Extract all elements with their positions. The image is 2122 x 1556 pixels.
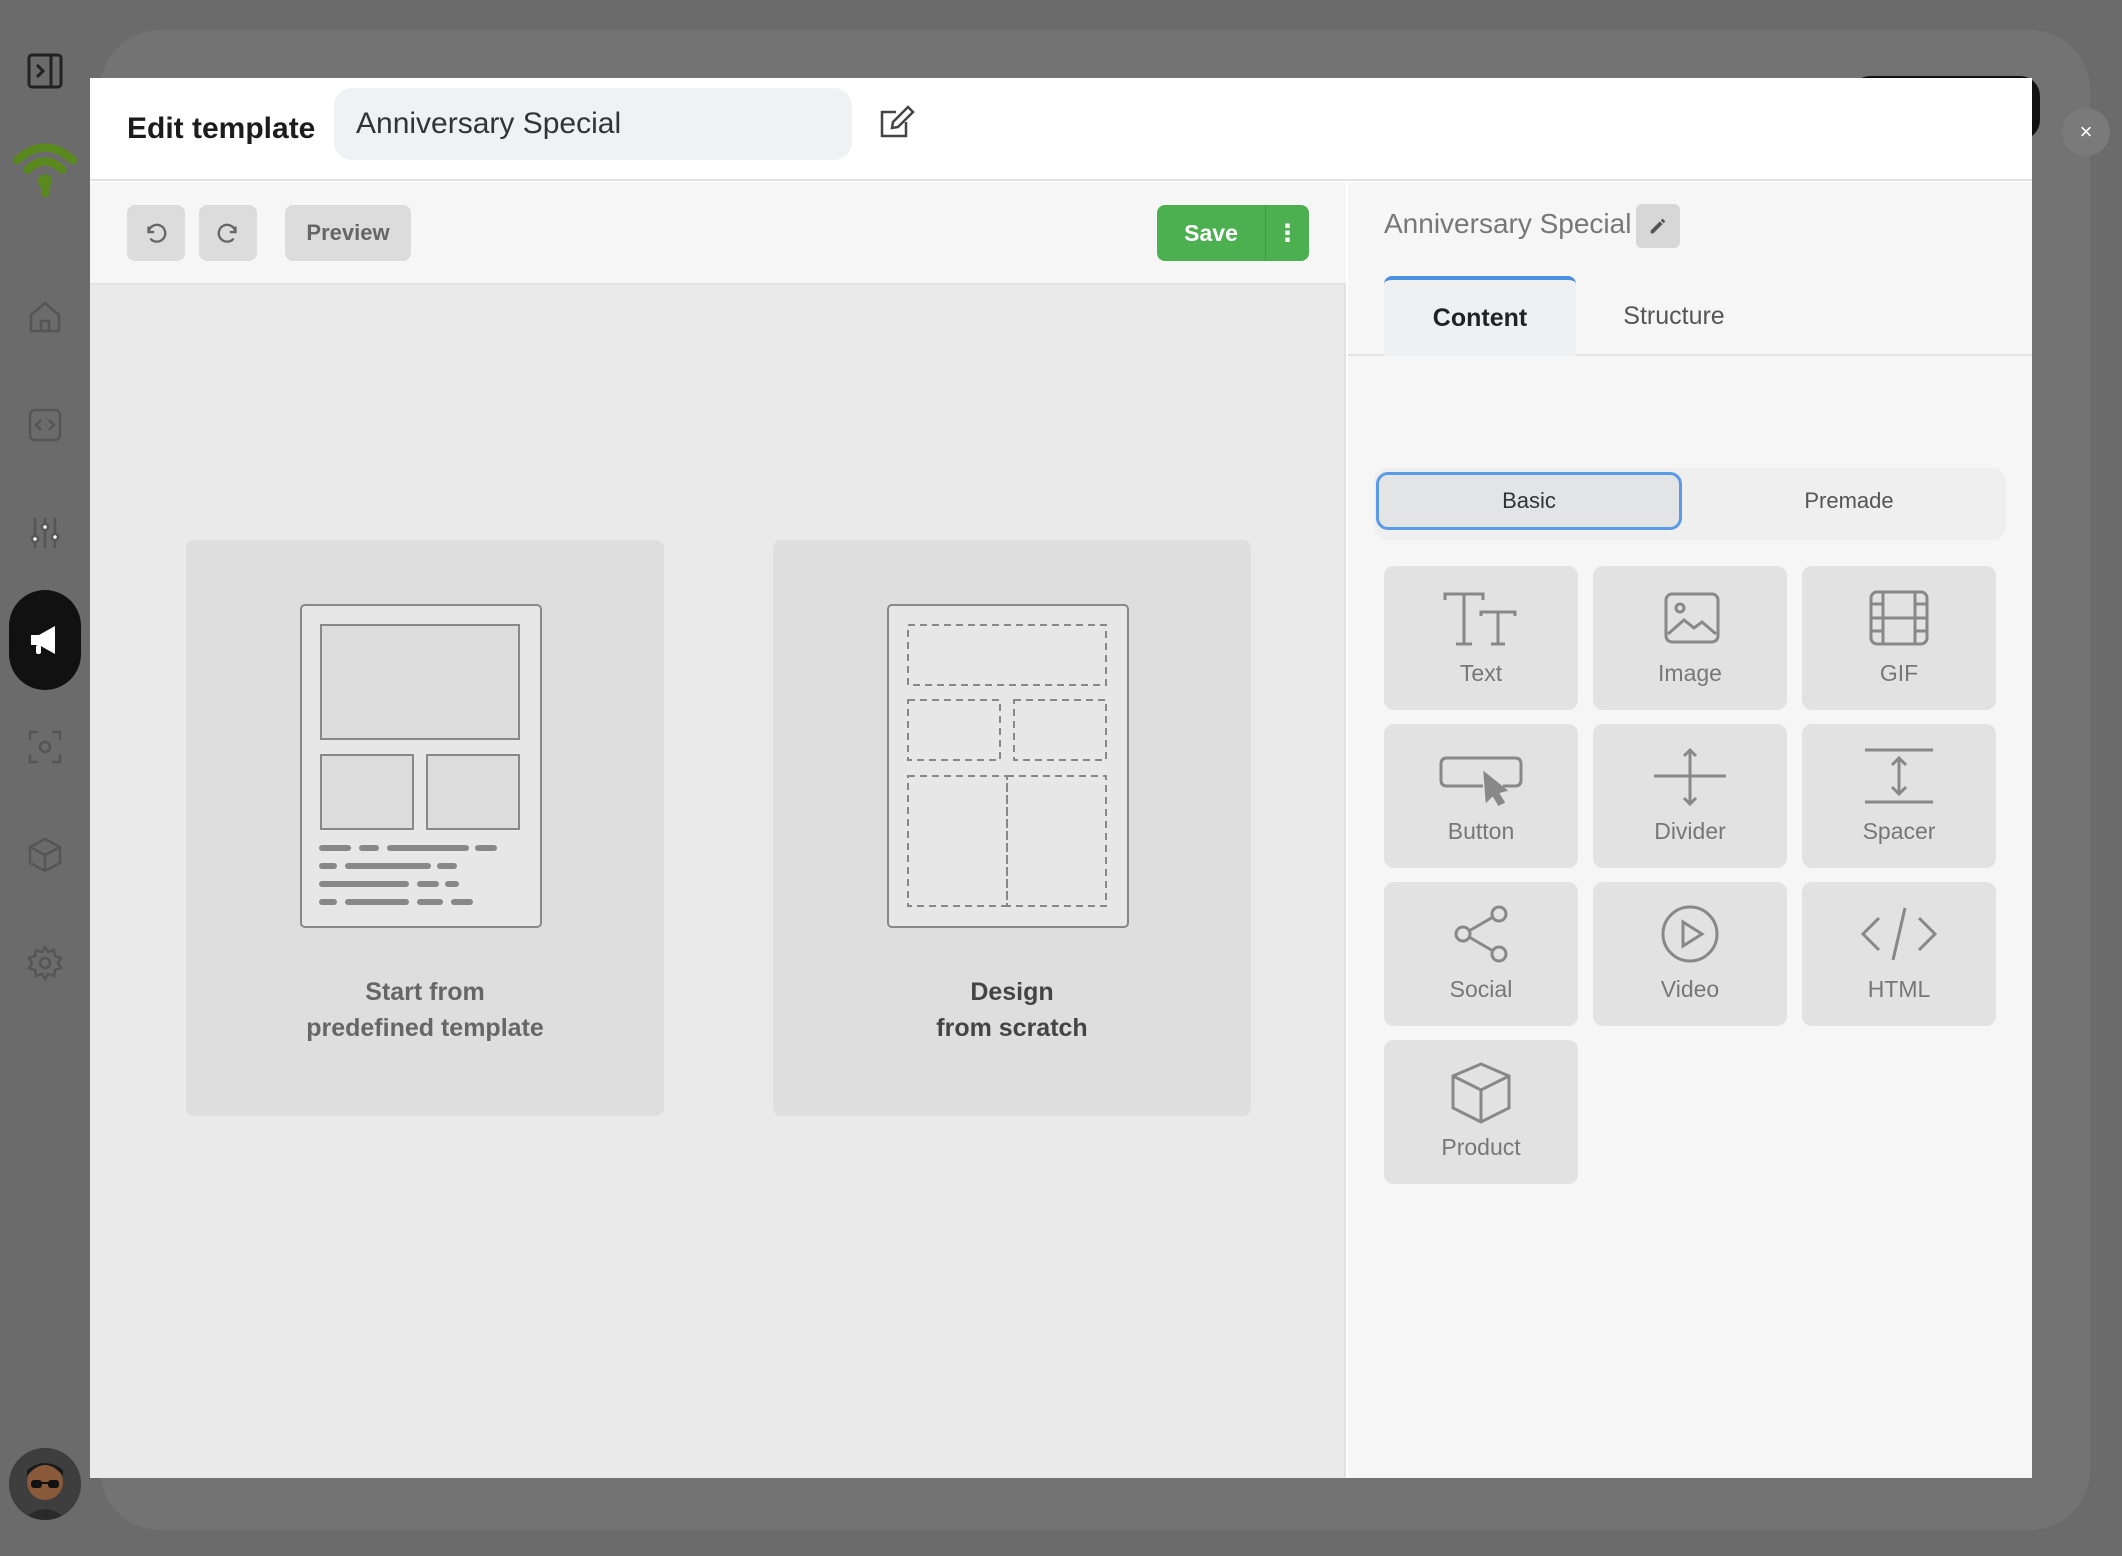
card-label-line: predefined template xyxy=(306,1014,544,1042)
user-avatar[interactable] xyxy=(9,1448,81,1520)
template-name-input[interactable] xyxy=(334,88,852,160)
app-sidebar xyxy=(0,0,90,1556)
sidebar-toggle-icon[interactable] xyxy=(10,36,80,106)
settings-gear-icon[interactable] xyxy=(10,928,80,998)
block-type-segment: Basic Premade xyxy=(1374,468,2006,540)
tab-content[interactable]: Content xyxy=(1384,276,1576,356)
predefined-template-label: Start from predefined template xyxy=(186,974,664,1046)
block-spacer[interactable]: Spacer xyxy=(1802,724,1996,868)
undo-icon[interactable] xyxy=(127,205,185,261)
block-label: Spacer xyxy=(1862,818,1936,844)
card-label-line: Design xyxy=(970,978,1054,1006)
modal-title: Edit template xyxy=(127,112,316,145)
block-label: Image xyxy=(1658,660,1722,686)
edit-pencil-icon[interactable] xyxy=(874,100,918,144)
save-more-icon[interactable]: ⋮ xyxy=(1265,205,1309,261)
tab-structure[interactable]: Structure xyxy=(1588,276,1760,356)
button-icon xyxy=(1439,756,1523,806)
edit-template-modal: Edit template Preview Save ⋮ xyxy=(90,78,2032,1478)
segment-premade[interactable]: Premade xyxy=(1696,472,2002,530)
block-divider[interactable]: Divider xyxy=(1593,724,1787,868)
wifi-logo-icon xyxy=(10,130,80,200)
text-icon xyxy=(1443,592,1517,646)
block-image[interactable]: Image xyxy=(1593,566,1787,710)
block-label: Button xyxy=(1447,818,1515,844)
design-from-scratch-card[interactable]: Design from scratch xyxy=(773,540,1251,1116)
segment-basic[interactable]: Basic xyxy=(1376,472,1682,530)
panel-template-title: Anniversary Special xyxy=(1384,208,1632,239)
panel-edit-pencil-icon[interactable] xyxy=(1636,204,1680,248)
design-from-scratch-label: Design from scratch xyxy=(773,974,1251,1046)
divider-icon xyxy=(1654,747,1726,807)
code-icon[interactable] xyxy=(10,390,80,460)
modal-header: Edit template xyxy=(90,78,2032,181)
card-label-line: from scratch xyxy=(936,1014,1088,1042)
block-button[interactable]: Button xyxy=(1384,724,1578,868)
social-icon xyxy=(1454,905,1508,963)
block-label: Social xyxy=(1449,976,1513,1002)
block-label: Divider xyxy=(1654,818,1726,844)
preview-button[interactable]: Preview xyxy=(285,205,411,261)
block-gif[interactable]: GIF xyxy=(1802,566,1996,710)
campaigns-megaphone-icon[interactable] xyxy=(9,590,81,690)
block-text[interactable]: Text xyxy=(1384,566,1578,710)
block-label: Product xyxy=(1441,1134,1521,1160)
block-label: GIF xyxy=(1879,660,1919,686)
scan-icon[interactable] xyxy=(10,712,80,782)
editor-canvas: Preview Save ⋮ Start from predefined tem… xyxy=(90,182,1346,1478)
block-social[interactable]: Social xyxy=(1384,882,1578,1026)
close-icon[interactable]: × xyxy=(2062,108,2110,156)
save-button-group: Save ⋮ xyxy=(1157,205,1309,261)
block-label: Text xyxy=(1459,660,1503,686)
block-product[interactable]: Product xyxy=(1384,1040,1578,1184)
save-button[interactable]: Save xyxy=(1157,205,1265,261)
html-icon xyxy=(1860,907,1938,961)
spacer-icon xyxy=(1865,748,1933,804)
block-label: HTML xyxy=(1867,976,1931,1002)
home-icon[interactable] xyxy=(10,282,80,352)
package-icon[interactable] xyxy=(10,820,80,890)
card-label-line: Start from xyxy=(365,978,485,1006)
predefined-template-card[interactable]: Start from predefined template xyxy=(186,540,664,1116)
redo-icon[interactable] xyxy=(199,205,257,261)
block-html[interactable]: HTML xyxy=(1802,882,1996,1026)
gif-icon xyxy=(1869,590,1929,646)
design-from-scratch-icon xyxy=(887,604,1129,928)
blocks-panel: Anniversary Special Content Structure Ba… xyxy=(1348,182,2032,1478)
sliders-icon[interactable] xyxy=(10,498,80,568)
predefined-template-icon xyxy=(300,604,542,928)
video-icon xyxy=(1661,905,1719,963)
block-video[interactable]: Video xyxy=(1593,882,1787,1026)
image-icon xyxy=(1664,592,1720,644)
block-label: Video xyxy=(1660,976,1720,1002)
panel-tabs: Content Structure xyxy=(1348,276,2032,356)
editor-toolbar: Preview Save ⋮ xyxy=(90,182,1346,285)
product-icon xyxy=(1451,1062,1511,1124)
